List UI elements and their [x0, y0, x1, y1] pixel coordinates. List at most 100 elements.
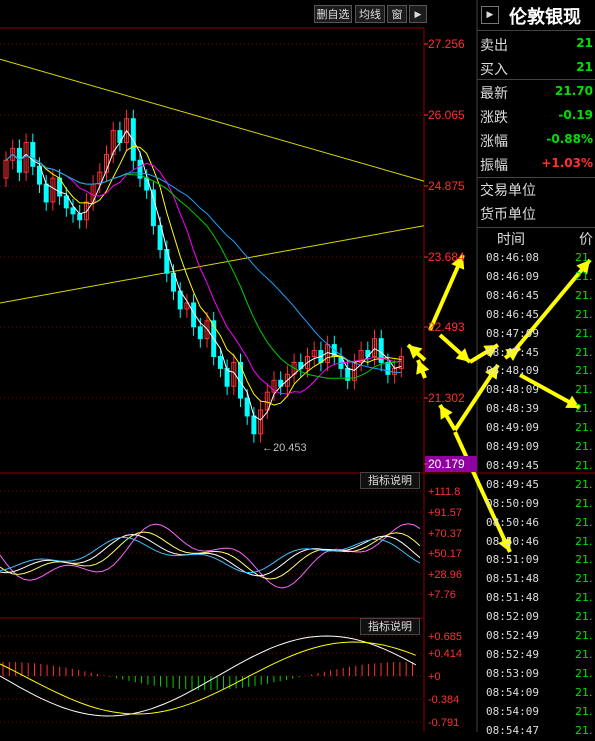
price-tick: 20.179 — [428, 457, 465, 471]
quote-value: 21 — [576, 36, 593, 50]
tick-price: 21. — [575, 383, 593, 397]
tick-row: 08:52:49 21. — [477, 627, 595, 646]
kdj-extra-line — [0, 536, 421, 574]
tick-time: 08:51:48 — [486, 572, 539, 586]
tick-row: 08:51:09 21. — [477, 551, 595, 570]
tick-price: 21. — [575, 421, 593, 435]
tick-price: 21. — [575, 307, 593, 321]
candle-body — [77, 213, 83, 221]
tick-price: 21. — [575, 515, 593, 529]
quote-value: -0.88% — [546, 132, 593, 146]
quote-panel: ▶ 伦敦银现 卖出 21 买入 21 最新 21.70 涨跌 -0.19 涨幅 -0.88% 振幅 +… — [477, 0, 595, 737]
tick-row: 08:52:49 21. — [477, 646, 595, 665]
quote-header: ▶ 伦敦银现 — [477, 0, 595, 31]
price-tick: 27.256 — [428, 37, 465, 51]
tick-time: 08:51:09 — [486, 553, 539, 567]
indicator1-tick: +91.57 — [428, 507, 462, 519]
indicator1-tick: +28.96 — [428, 569, 462, 581]
time-column-header: 时间 — [497, 232, 525, 248]
window-button[interactable]: 窗 — [387, 5, 407, 23]
tick-price: 21. — [575, 269, 593, 283]
tick-time: 08:54:47 — [486, 723, 539, 737]
indicator-help-button-2[interactable]: 指标说明 — [360, 618, 420, 635]
candle-body — [385, 361, 391, 375]
tick-time: 08:47:09 — [486, 326, 539, 340]
tick-time: 08:52:49 — [486, 629, 539, 642]
tick-row: 08:53:09 21. — [477, 665, 595, 684]
tick-row: 08:54:47 21. — [477, 722, 595, 741]
tick-time: 08:52:49 — [486, 647, 539, 661]
indicator2-tick: +0.414 — [428, 648, 462, 660]
price-column-header: 价 — [579, 232, 593, 248]
quote-row: 最新 21.70 — [477, 80, 595, 104]
kdj-d-line — [0, 531, 421, 580]
tick-price: 21. — [575, 251, 593, 264]
tick-price: 21. — [575, 496, 593, 510]
quote-label: 买入 — [480, 62, 508, 78]
indicator-help-button-1[interactable]: 指标说明 — [360, 472, 420, 489]
tick-time: 08:49:09 — [486, 421, 539, 435]
quote-label: 涨跌 — [480, 110, 508, 126]
tick-time: 08:48:39 — [486, 402, 539, 416]
tick-time: 08:48:09 — [486, 383, 539, 397]
indicator1-tick: +111.8 — [428, 486, 460, 498]
price-tick: 21.302 — [428, 391, 465, 405]
tick-row: 08:49:45 21. — [477, 457, 595, 476]
candle-body — [197, 326, 203, 340]
tick-row: 08:47:09 21. — [477, 325, 595, 344]
tick-time: 08:46:08 — [486, 251, 539, 264]
quote-label: 振幅 — [480, 158, 508, 174]
tick-price: 21. — [575, 685, 593, 699]
tick-row: 08:50:46 21. — [477, 533, 595, 552]
tick-time: 08:47:45 — [486, 345, 539, 359]
tick-price: 21. — [575, 458, 593, 472]
moving-average-button[interactable]: 均线 — [355, 5, 385, 23]
tick-price: 21. — [575, 553, 593, 567]
tick-price: 21. — [575, 666, 593, 680]
tick-row: 08:50:46 21. — [477, 514, 595, 533]
tick-time: 08:54:09 — [486, 704, 539, 718]
arrow-right-icon[interactable]: ▶ — [409, 5, 427, 23]
trade-unit-label: 交易单位 — [480, 183, 536, 199]
tick-time: 08:49:45 — [486, 477, 539, 491]
quote-value: -0.19 — [558, 108, 593, 122]
tick-time: 08:49:45 — [486, 458, 539, 472]
tick-row: 08:46:45 21. — [477, 306, 595, 325]
tick-price: 21. — [575, 647, 593, 661]
quote-label: 最新 — [480, 86, 508, 102]
tick-time: 08:51:48 — [486, 591, 539, 605]
tick-price: 21. — [575, 477, 593, 491]
tick-time: 08:46:09 — [486, 269, 539, 283]
indicator2-tick: +0.685 — [428, 631, 462, 643]
price-tick: 22.493 — [428, 320, 465, 334]
quote-row: 涨跌 -0.19 — [477, 104, 595, 128]
tick-row: 08:51:48 21. — [477, 589, 595, 608]
tick-price: 21. — [575, 572, 593, 586]
tick-row: 08:54:09 21. — [477, 703, 595, 722]
delete-add-favorite-button[interactable]: 删自选 — [314, 5, 352, 23]
tick-time: 08:50:46 — [486, 534, 539, 548]
currency-unit-label: 货币单位 — [480, 207, 536, 223]
tick-price: 21. — [575, 534, 593, 548]
moving-average-lines — [5, 129, 402, 421]
arrow-right-icon[interactable]: ▶ — [481, 6, 499, 24]
tick-row: 08:48:09 21. — [477, 381, 595, 400]
tick-time: 08:48:09 — [486, 364, 539, 378]
tick-row: 08:46:45 21. — [477, 287, 595, 306]
instrument-title: 伦敦银现 — [509, 7, 581, 28]
quote-row: 涨幅 -0.88% — [477, 128, 595, 152]
tick-row: 08:49:09 21. — [477, 438, 595, 457]
tick-price: 21. — [575, 629, 593, 642]
tick-price: 21. — [575, 440, 593, 453]
tick-time: 08:53:09 — [486, 666, 539, 680]
price-tick: 26.065 — [428, 108, 465, 122]
tick-row: 08:51:48 21. — [477, 570, 595, 589]
low-price-label: ←20.453 — [262, 442, 307, 454]
trendline-ascending — [0, 225, 425, 304]
tick-time: 08:52:09 — [486, 610, 539, 624]
quote-value: +1.03% — [541, 156, 593, 170]
tick-time: 08:50:09 — [486, 496, 539, 510]
macd-dif-line — [0, 635, 417, 717]
indicator2-tick: -0.384 — [428, 694, 459, 706]
indicator1-tick: +70.37 — [428, 528, 462, 540]
